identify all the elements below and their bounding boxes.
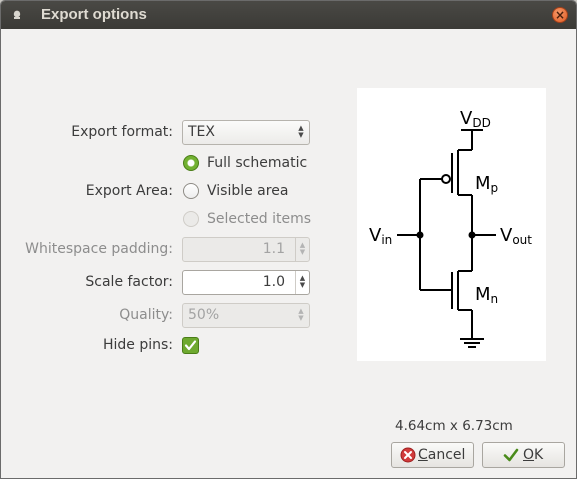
radio-selected-items-label: Selected items: [207, 211, 312, 227]
spinner-arrows-icon[interactable]: ▲ ▼: [295, 271, 309, 294]
radio-selected-items: [183, 211, 199, 227]
ok-button[interactable]: OK: [482, 442, 565, 468]
radio-visible-area-label: Visible area: [207, 183, 289, 199]
scale-factor-value: 1.0: [262, 274, 285, 290]
export-format-label: Export format:: [71, 124, 173, 140]
vdd-label: VDD: [460, 108, 491, 130]
quality-select: 50% ▲ ▼: [182, 303, 310, 328]
radio-visible-area[interactable]: [183, 183, 199, 199]
whitespace-padding-value: 1.1: [262, 241, 285, 257]
ok-check-icon: [503, 448, 519, 462]
check-icon: [184, 340, 197, 351]
app-icon: [13, 10, 21, 19]
title-bar: Export options ×: [1, 1, 576, 29]
cancel-button[interactable]: Cancel: [391, 442, 474, 468]
radio-full-schematic[interactable]: [183, 155, 199, 171]
ok-button-label: OK: [523, 447, 544, 463]
quality-value: 50%: [188, 307, 220, 323]
export-options-dialog: Export options × Export format: TEX ▲ ▼ F…: [0, 0, 577, 479]
combo-arrows-icon: ▲ ▼: [298, 124, 304, 139]
vout-label: Vout: [500, 225, 532, 247]
window-title: Export options: [41, 6, 147, 23]
spinner-arrows-icon: ▲ ▼: [295, 238, 309, 261]
cancel-button-label: Cancel: [418, 447, 466, 463]
close-icon[interactable]: ×: [552, 7, 568, 23]
cmos-inverter-schematic: VDD Mp Vin Vout Mn: [369, 108, 532, 348]
hide-pins-checkbox[interactable]: [182, 337, 199, 354]
quality-label: Quality:: [119, 307, 173, 323]
whitespace-padding-label: Whitespace padding:: [25, 241, 173, 257]
mn-label: Mn: [475, 284, 498, 306]
radio-full-schematic-label: Full schematic: [207, 155, 308, 171]
export-format-value: TEX: [188, 124, 215, 140]
schematic-preview: VDD Mp Vin Vout Mn: [357, 88, 546, 361]
hide-pins-label: Hide pins:: [102, 337, 173, 353]
export-size-text: 4.64cm x 6.73cm: [395, 418, 513, 434]
vin-label: Vin: [369, 225, 392, 247]
scale-factor-spinner[interactable]: 1.0 ▲ ▼: [182, 270, 310, 295]
scale-factor-label: Scale factor:: [85, 274, 173, 290]
export-format-select[interactable]: TEX ▲ ▼: [182, 120, 310, 145]
combo-arrows-icon: ▲ ▼: [298, 307, 304, 322]
cancel-icon: [400, 447, 416, 463]
whitespace-padding-spinner: 1.1 ▲ ▼: [182, 237, 310, 262]
export-area-label: Export Area:: [85, 183, 173, 199]
mp-label: Mp: [475, 173, 498, 195]
